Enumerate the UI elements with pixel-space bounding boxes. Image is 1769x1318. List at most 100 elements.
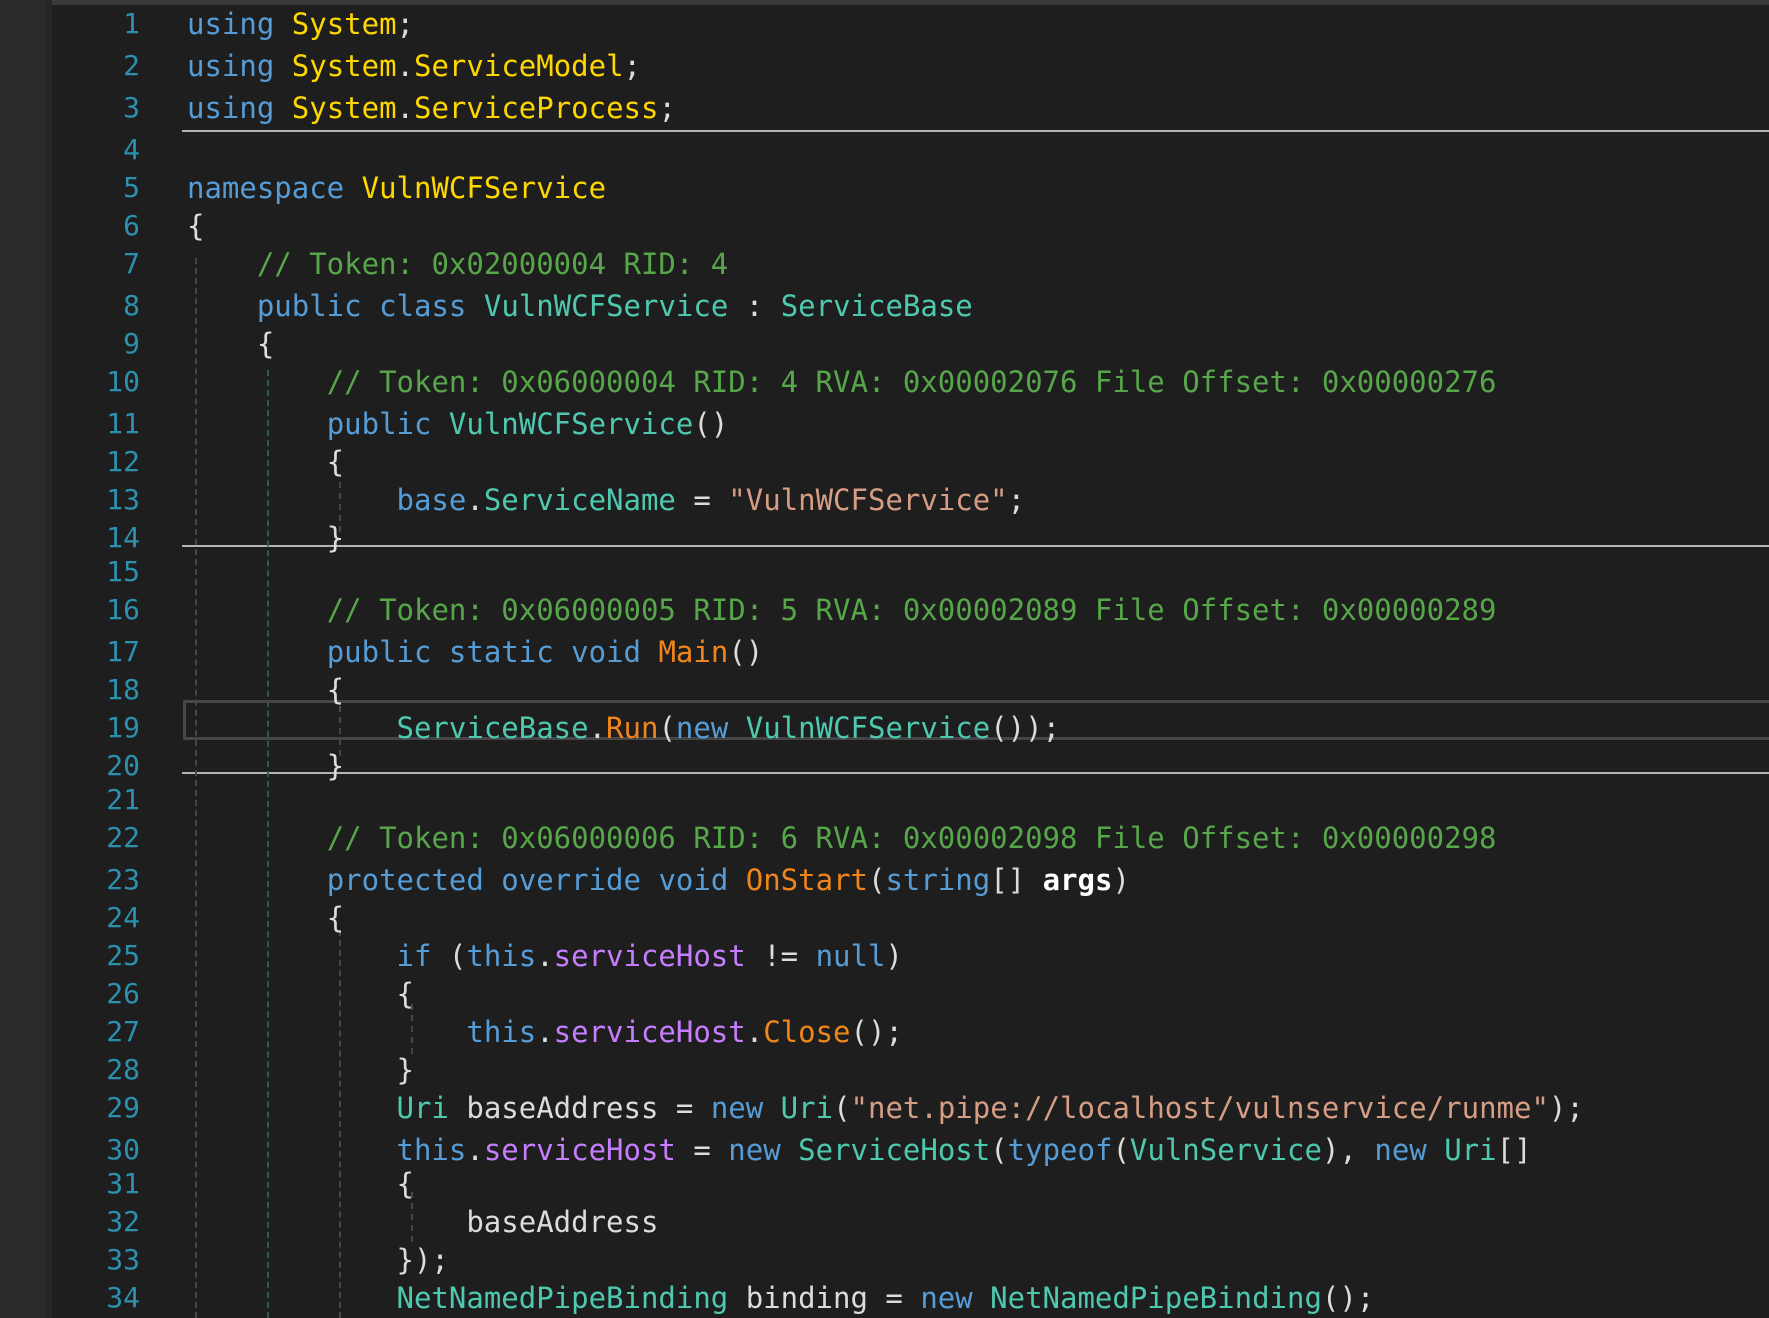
type-token: ServiceHost (798, 1133, 991, 1167)
keyword-token: null (815, 939, 886, 973)
code-lines: 1 using System; 2 using System.ServiceModel… (0, 0, 1769, 1318)
line-number: 29 (106, 1091, 140, 1124)
line-number: 7 (123, 247, 140, 280)
comment-token: // Token: 0x06000005 RID: 5 RVA: 0x00002… (326, 593, 1497, 627)
code-text: ( (1112, 1133, 1130, 1167)
line-number: 16 (106, 593, 140, 626)
code-line[interactable]: 32 baseAddress (0, 1202, 1769, 1242)
line-code: { (187, 442, 344, 482)
field-token: serviceHost (553, 1015, 746, 1049)
code-line[interactable]: 13 base.ServiceName = "VulnWCFService"; (0, 480, 1769, 520)
line-number: 31 (106, 1167, 140, 1200)
line-number: 19 (106, 711, 140, 744)
code-text: ); (1548, 1091, 1584, 1125)
code-line[interactable]: 23 protected override void OnStart(strin… (0, 860, 1769, 900)
keyword-token: class (379, 289, 467, 323)
code-text: . (536, 939, 554, 973)
code-line[interactable]: 26 { (0, 974, 1769, 1014)
line-code: baseAddress (187, 1202, 658, 1242)
type-token: VulnWCFService (483, 289, 729, 323)
keyword-token: namespace (187, 171, 345, 205)
code-line[interactable]: 29 Uri baseAddress = new Uri("net.pipe:/… (0, 1088, 1769, 1128)
code-text: [] (1496, 1133, 1532, 1167)
type-token: VulnWCFService (448, 407, 694, 441)
line-number: 8 (123, 289, 140, 322)
code-line[interactable]: 6{ (0, 206, 1769, 246)
code-line[interactable]: 15 (0, 552, 1769, 592)
type-token: Uri (396, 1091, 449, 1125)
string-token: "net.pipe://localhost/vulnservice/runme" (850, 1091, 1549, 1125)
line-code: base.ServiceName = "VulnWCFService"; (187, 480, 1026, 520)
line-number: 2 (123, 49, 140, 82)
code-line[interactable]: 22 // Token: 0x06000006 RID: 6 RVA: 0x00… (0, 818, 1769, 858)
code-line[interactable]: 28 } (0, 1050, 1769, 1090)
code-line[interactable]: 33 }); (0, 1240, 1769, 1280)
keyword-token: protected (326, 863, 484, 897)
code-line[interactable]: 1 using System; (0, 4, 1769, 44)
line-number: 32 (106, 1205, 140, 1238)
code-line[interactable]: 2 using System.ServiceModel; (0, 46, 1769, 86)
type-token: ServiceBase (396, 711, 589, 745)
code-text: }); (187, 1243, 449, 1277)
code-text: : (728, 289, 781, 323)
keyword-token: new (1374, 1133, 1427, 1167)
code-line[interactable]: 34 NetNamedPipeBinding binding = new Net… (0, 1278, 1769, 1318)
code-line[interactable]: 8 public class VulnWCFService : ServiceB… (0, 286, 1769, 326)
keyword-token: override (501, 863, 641, 897)
code-line[interactable]: 3 using System.ServiceProcess; (0, 88, 1769, 128)
type-token: NetNamedPipeBinding (396, 1281, 729, 1315)
code-line[interactable]: 25 if (this.serviceHost != null) (0, 936, 1769, 976)
line-code: { (187, 898, 344, 938)
code-text: ; (396, 7, 415, 41)
code-line[interactable]: 17 public static void Main() (0, 632, 1769, 672)
code-line[interactable]: 10 // Token: 0x06000004 RID: 4 RVA: 0x00… (0, 362, 1769, 402)
code-line[interactable]: 18 { (0, 670, 1769, 710)
parameter-token: args (1042, 863, 1113, 897)
line-code: { (187, 670, 344, 710)
code-line[interactable]: 12 { (0, 442, 1769, 482)
code-text: ; (1007, 483, 1026, 517)
code-line[interactable]: 11 public VulnWCFService() (0, 404, 1769, 444)
line-number: 21 (106, 783, 140, 816)
line-number: 9 (123, 327, 140, 360)
code-text: binding = (728, 1281, 921, 1315)
code-line[interactable]: 27 this.serviceHost.Close(); (0, 1012, 1769, 1052)
code-line[interactable]: 31 { (0, 1164, 1769, 1204)
property-token: ServiceName (483, 483, 676, 517)
code-text: } (187, 1053, 414, 1087)
code-line[interactable]: 7 // Token: 0x02000004 RID: 4 (0, 244, 1769, 284)
code-line[interactable]: 4 (0, 130, 1769, 170)
method-token: Close (763, 1015, 851, 1049)
code-text: () (693, 407, 729, 441)
code-line[interactable]: 21 (0, 780, 1769, 820)
code-text: } (187, 521, 345, 555)
type-token: Uri (780, 1091, 834, 1125)
line-code: }); (187, 1240, 449, 1280)
code-line[interactable]: 19 ServiceBase.Run(new VulnWCFService())… (0, 708, 1769, 748)
line-code: { (187, 206, 204, 246)
code-text: != (745, 939, 816, 973)
code-line[interactable]: 9 { (0, 324, 1769, 364)
code-text: baseAddress = (448, 1091, 711, 1125)
line-number: 5 (123, 171, 140, 204)
line-number: 25 (106, 939, 140, 972)
code-line[interactable]: 5 namespace VulnWCFService (0, 168, 1769, 208)
code-line[interactable]: 16 // Token: 0x06000005 RID: 5 RVA: 0x00… (0, 590, 1769, 630)
code-text: { (187, 209, 205, 243)
code-line[interactable]: 24 { (0, 898, 1769, 938)
code-editor[interactable]: 1 using System; 2 using System.ServiceModel… (0, 0, 1769, 1318)
code-text: baseAddress (187, 1205, 659, 1239)
